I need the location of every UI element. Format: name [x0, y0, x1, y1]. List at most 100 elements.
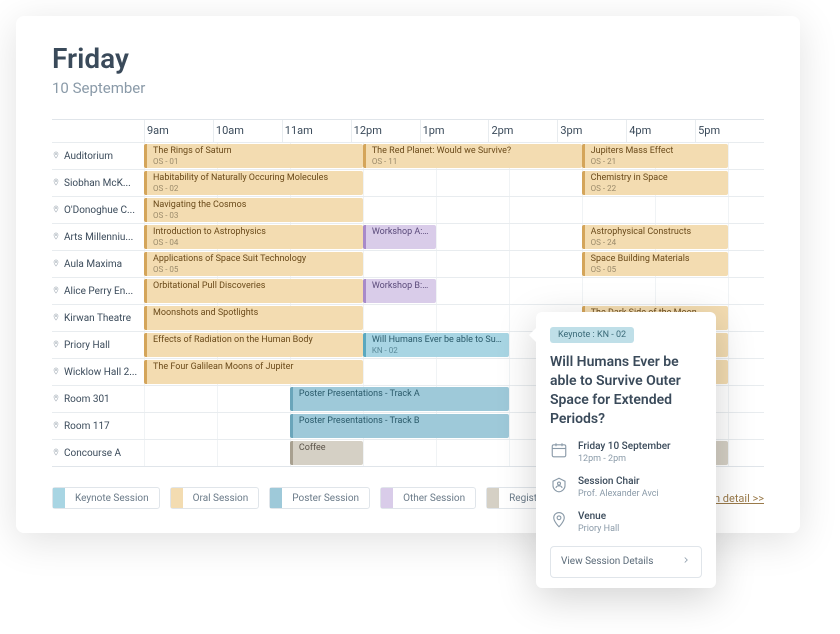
legend-swatch [381, 488, 393, 508]
legend-swatch [487, 488, 499, 508]
popover-time: 12pm - 2pm [578, 454, 671, 464]
event-block[interactable]: Jupiters Mass EffectOS - 21 [582, 144, 728, 168]
venue-icon [550, 511, 568, 529]
event-block[interactable]: Orbitational Pull Discoveries [144, 279, 363, 303]
event-block[interactable]: Poster Presentations - Track A [290, 387, 509, 411]
pin-icon [52, 394, 60, 404]
event-block[interactable]: Workshop B: The T... [363, 279, 436, 303]
pin-icon [52, 340, 60, 350]
legend-swatch [270, 488, 282, 508]
row-slots: The Rings of SaturnOS - 01The Red Planet… [144, 143, 764, 169]
event-block[interactable]: Introduction to AstrophysicsOS - 04 [144, 225, 363, 249]
room-label: Alice Perry En... [52, 278, 144, 304]
event-block[interactable]: Effects of Radiation on the Human Body [144, 333, 363, 357]
room-label: Room 301 [52, 386, 144, 412]
room-label: Room 117 [52, 413, 144, 439]
legend-label: Poster Session [282, 493, 369, 504]
row-slots: Navigating the CosmosOS - 03 [144, 197, 764, 223]
hour-label: 4pm [626, 120, 695, 142]
event-block[interactable]: Will Humans Ever be able to Survive Oute… [363, 333, 509, 357]
timeline-row: Alice Perry En...Orbitational Pull Disco… [52, 277, 764, 304]
event-block[interactable]: Space Building MaterialsOS - 05 [582, 252, 728, 276]
popover-venue-label: Venue [578, 511, 619, 522]
event-block[interactable]: The Red Planet: Would we Survive?OS - 11 [363, 144, 582, 168]
room-label: Auditorium [52, 143, 144, 169]
hour-label: 11am [282, 120, 351, 142]
room-label: O'Donoghue C... [52, 197, 144, 223]
row-slots: Introduction to AstrophysicsOS - 04Works… [144, 224, 764, 250]
timeline-row: AuditoriumThe Rings of SaturnOS - 01The … [52, 142, 764, 169]
event-block[interactable]: Moonshots and Spotlights [144, 306, 363, 330]
popover-chair-row: Session Chair Prof. Alexander Avci [550, 476, 702, 499]
pin-icon [52, 313, 60, 323]
hour-label: 12pm [351, 120, 420, 142]
legend-label: Oral Session [183, 493, 259, 504]
pin-icon [52, 259, 60, 269]
event-block[interactable]: Navigating the CosmosOS - 03 [144, 198, 363, 222]
popover-badge: Keynote : KN - 02 [550, 327, 634, 343]
hour-label: 5pm [695, 120, 764, 142]
row-slots: Orbitational Pull DiscoveriesWorkshop B:… [144, 278, 764, 304]
pin-icon [52, 448, 60, 458]
pin-icon [52, 421, 60, 431]
hour-label: 9am [144, 120, 213, 142]
legend-item-other: Other Session [380, 487, 476, 509]
hour-label: 2pm [488, 120, 557, 142]
calendar-icon [550, 441, 568, 459]
day-date: 10 September [52, 79, 764, 97]
legend-item-keynote: Keynote Session [52, 487, 160, 509]
room-label: Aula Maxima [52, 251, 144, 277]
view-details-label: View Session Details [561, 556, 653, 567]
legend-label: Other Session [393, 493, 475, 504]
row-slots: Applications of Space Suit TechnologyOS … [144, 251, 764, 277]
popover-chair: Prof. Alexander Avci [578, 489, 659, 499]
row-slots: Habitability of Naturally Occuring Molec… [144, 170, 764, 196]
pin-icon [52, 151, 60, 161]
time-header: 9am10am11am12pm1pm2pm3pm4pm5pm [52, 120, 764, 142]
pin-icon [52, 205, 60, 215]
timeline-row: Arts Millenniu...Introduction to Astroph… [52, 223, 764, 250]
event-block[interactable]: The Rings of SaturnOS - 01 [144, 144, 363, 168]
room-label: Arts Millenniu... [52, 224, 144, 250]
event-block[interactable]: Applications of Space Suit TechnologyOS … [144, 252, 363, 276]
pin-icon [52, 232, 60, 242]
popover-title: Will Humans Ever be able to Survive Oute… [550, 353, 702, 429]
popover-pointer [529, 328, 536, 342]
event-block[interactable]: Coffee [290, 441, 363, 465]
day-title: Friday [52, 42, 764, 75]
pin-icon [52, 286, 60, 296]
popover-chair-label: Session Chair [578, 476, 659, 487]
timeline-row: Aula MaximaApplications of Space Suit Te… [52, 250, 764, 277]
room-label: Wicklow Hall 2... [52, 359, 144, 385]
hour-label: 3pm [557, 120, 626, 142]
view-session-details-button[interactable]: View Session Details [550, 546, 702, 578]
legend-swatch [53, 488, 65, 508]
pin-icon [52, 367, 60, 377]
popover-date-row: Friday 10 September 12pm - 2pm [550, 441, 702, 464]
room-label: Concourse A [52, 440, 144, 466]
hour-label: 10am [213, 120, 282, 142]
legend-item-oral: Oral Session [170, 487, 260, 509]
pin-icon [52, 178, 60, 188]
room-label: Kirwan Theatre [52, 305, 144, 331]
popover-venue: Priory Hall [578, 524, 619, 534]
event-block[interactable]: Habitability of Naturally Occuring Molec… [144, 171, 363, 195]
event-block[interactable]: Astrophysical ConstructsOS - 24 [582, 225, 728, 249]
event-block[interactable]: Workshop A: How t... [363, 225, 436, 249]
legend-swatch [171, 488, 183, 508]
chair-icon [550, 476, 568, 494]
session-popover: Keynote : KN - 02 Will Humans Ever be ab… [536, 312, 716, 588]
timeline-row: O'Donoghue C...Navigating the CosmosOS -… [52, 196, 764, 223]
room-label: Siobhan McK... [52, 170, 144, 196]
legend-item-poster: Poster Session [269, 487, 370, 509]
room-label: Priory Hall [52, 332, 144, 358]
popover-date: Friday 10 September [578, 441, 671, 452]
event-block[interactable]: Poster Presentations - Track B [290, 414, 509, 438]
event-block[interactable]: Chemistry in SpaceOS - 22 [582, 171, 728, 195]
timeline-row: Siobhan McK...Habitability of Naturally … [52, 169, 764, 196]
popover-venue-row: Venue Priory Hall [550, 511, 702, 534]
chevron-right-icon [681, 555, 691, 568]
event-block[interactable]: The Four Galilean Moons of Jupiter [144, 360, 363, 384]
hour-label: 1pm [420, 120, 489, 142]
legend-label: Keynote Session [65, 493, 159, 504]
